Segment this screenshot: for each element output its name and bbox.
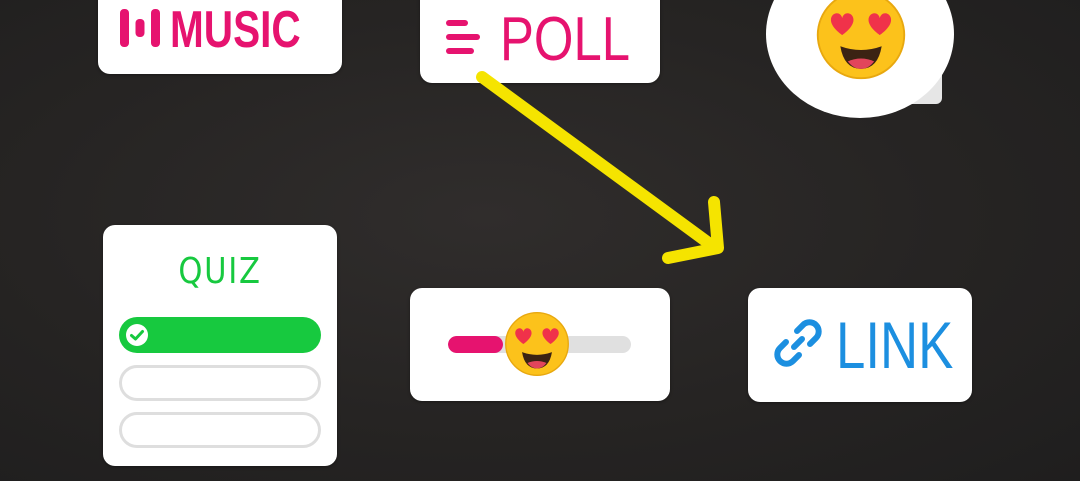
yellow-arrow-annotation <box>476 71 724 264</box>
